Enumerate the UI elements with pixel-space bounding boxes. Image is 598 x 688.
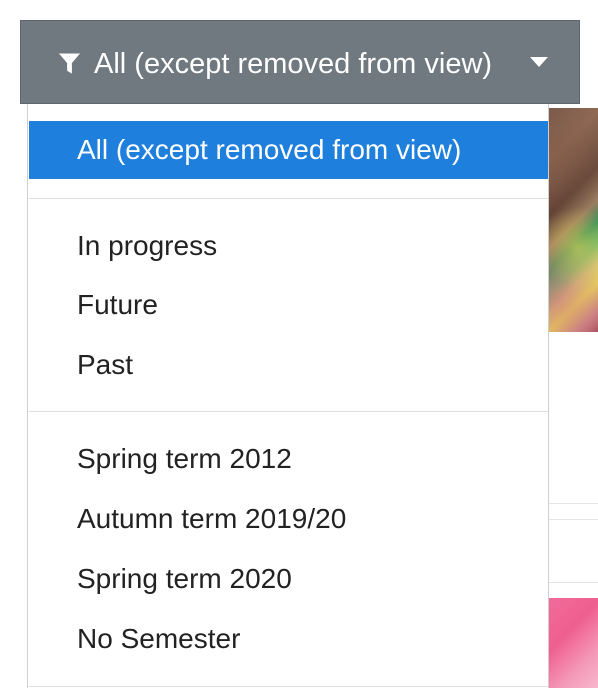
menu-item-past[interactable]: Past bbox=[29, 336, 548, 394]
course-filter-screen: All (except removed from view) All (exce… bbox=[0, 0, 598, 688]
menu-item-spring-term-2020[interactable]: Spring term 2020 bbox=[29, 550, 548, 608]
menu-item-in-progress[interactable]: In progress bbox=[29, 217, 548, 275]
menu-divider bbox=[29, 411, 548, 412]
menu-item-no-semester[interactable]: No Semester bbox=[29, 610, 548, 668]
course-filter-button-label: All (except removed from view) bbox=[94, 48, 493, 80]
course-image-top bbox=[546, 108, 598, 332]
menu-divider bbox=[29, 198, 548, 199]
filter-icon bbox=[58, 53, 81, 74]
course-filter-menu: All (except removed from view) In progre… bbox=[27, 104, 549, 688]
course-image-bottom bbox=[546, 598, 598, 688]
course-card-lines bbox=[546, 503, 598, 583]
page-left-edge bbox=[0, 106, 28, 688]
menu-item-all-except-removed[interactable]: All (except removed from view) bbox=[29, 121, 548, 179]
menu-item-spring-term-2012[interactable]: Spring term 2012 bbox=[29, 430, 548, 488]
menu-divider bbox=[29, 686, 548, 687]
menu-item-future[interactable]: Future bbox=[29, 276, 548, 334]
caret-down-icon bbox=[530, 57, 548, 67]
course-filter-dropdown-button[interactable]: All (except removed from view) bbox=[20, 20, 580, 104]
menu-item-autumn-term-2019-20[interactable]: Autumn term 2019/20 bbox=[29, 490, 548, 548]
